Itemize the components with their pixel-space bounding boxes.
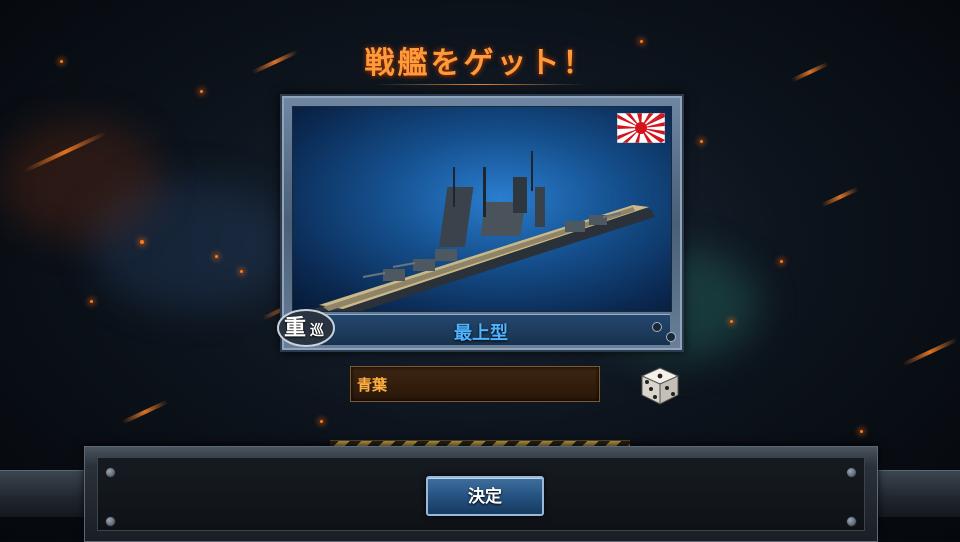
dice-icon[interactable]: [638, 364, 682, 408]
frame-bolt: [652, 322, 662, 332]
ship-name-field[interactable]: [350, 366, 600, 402]
screw-icon: [846, 516, 857, 527]
title-divider: [375, 84, 585, 85]
ship-name-input[interactable]: [351, 367, 599, 401]
ship-card: 最上型 重 巡: [277, 94, 684, 352]
screw-icon: [105, 467, 116, 478]
heavy-cruiser-image: [292, 106, 672, 312]
screw-icon: [105, 516, 116, 527]
badge-sub-char: 巡: [310, 323, 324, 339]
confirm-button[interactable]: 決定: [426, 476, 544, 516]
ship-name-bar: 最上型: [292, 314, 670, 345]
screen-title: 戦艦をゲット！: [364, 46, 596, 81]
badge-main-char: 重: [284, 316, 307, 341]
screw-icon: [846, 467, 857, 478]
heavy-cruiser-badge: 重 巡: [276, 302, 340, 348]
ship-illustration: [313, 151, 655, 311]
frame-bolt: [666, 332, 676, 342]
ship-class-name: 最上型: [454, 323, 508, 344]
rising-sun-flag-icon: [617, 113, 665, 143]
